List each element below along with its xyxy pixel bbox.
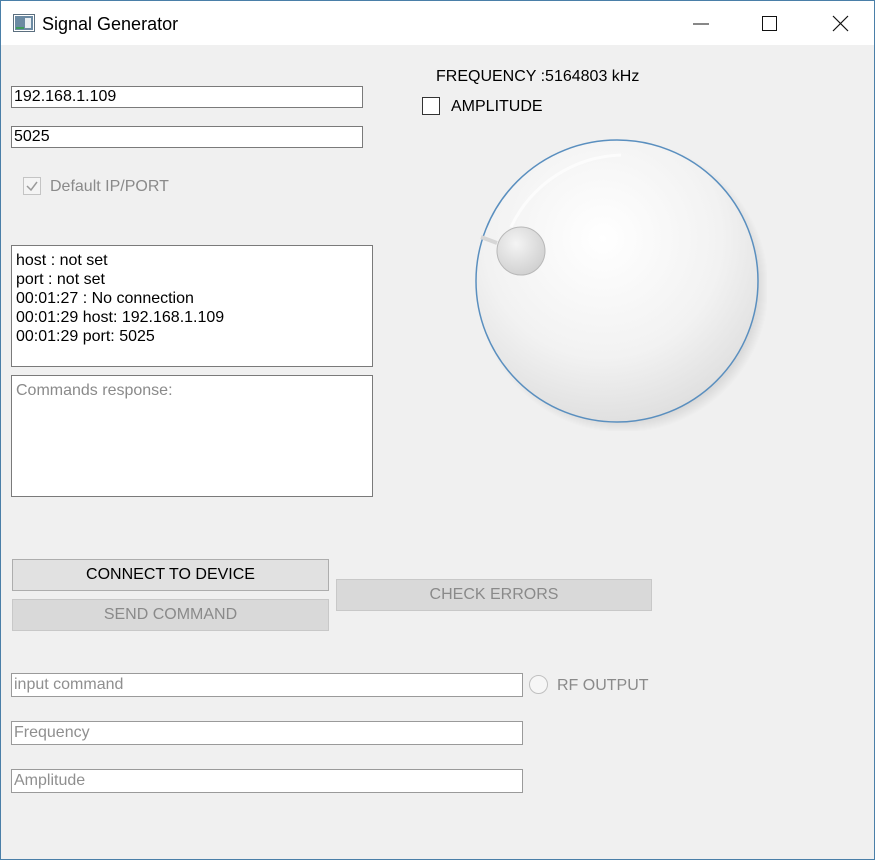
app-icon <box>13 14 35 32</box>
amplitude-input[interactable] <box>11 769 523 793</box>
rf-output-label: RF OUTPUT <box>557 677 649 694</box>
window-title: Signal Generator <box>42 14 179 34</box>
maximize-button[interactable] <box>735 1 803 45</box>
default-ip-port-checkbox[interactable]: Default IP/PORT <box>23 177 203 197</box>
close-icon <box>832 15 849 32</box>
commands-response-box[interactable]: Commands response: <box>11 375 373 497</box>
ip-address-field[interactable] <box>11 86 363 108</box>
response-placeholder: Commands response: <box>16 382 173 399</box>
command-input[interactable] <box>11 673 523 697</box>
title-bar[interactable]: Signal Generator <box>1 1 874 45</box>
log-line: 00:01:29 port: 5025 <box>16 328 155 345</box>
connect-to-device-button[interactable]: CONNECT TO DEVICE <box>12 559 329 591</box>
log-line: 00:01:29 host: 192.168.1.109 <box>16 309 225 326</box>
log-line: port : not set <box>16 271 105 288</box>
check-icon <box>26 181 38 192</box>
frequency-display: FREQUENCY :5164803 kHz <box>436 68 640 85</box>
app-window: Signal Generator Default IP/PORT <box>0 0 875 860</box>
port-field[interactable] <box>11 126 363 148</box>
minimize-button[interactable] <box>667 1 735 45</box>
dial-face <box>475 139 759 423</box>
connection-log[interactable]: host : not set port : not set 00:01:27 :… <box>11 245 373 367</box>
check-errors-button[interactable]: CHECK ERRORS <box>336 579 652 611</box>
send-command-button[interactable]: SEND COMMAND <box>12 599 329 631</box>
amplitude-checkbox[interactable]: AMPLITUDE <box>422 97 562 117</box>
amplitude-label: AMPLITUDE <box>451 98 543 115</box>
rf-output-radio[interactable] <box>529 675 548 694</box>
default-ip-port-label: Default IP/PORT <box>50 178 169 195</box>
log-line: 00:01:27 : No connection <box>16 290 194 307</box>
amplitude-check-box[interactable] <box>422 97 440 115</box>
maximize-icon <box>762 16 777 31</box>
frequency-dial[interactable] <box>471 135 767 431</box>
close-button[interactable] <box>806 1 874 45</box>
dial-knob-handle[interactable] <box>496 226 546 276</box>
frequency-input[interactable] <box>11 721 523 745</box>
minimize-icon <box>693 23 709 25</box>
log-line: host : not set <box>16 252 108 269</box>
default-ip-port-check-box[interactable] <box>23 177 41 195</box>
